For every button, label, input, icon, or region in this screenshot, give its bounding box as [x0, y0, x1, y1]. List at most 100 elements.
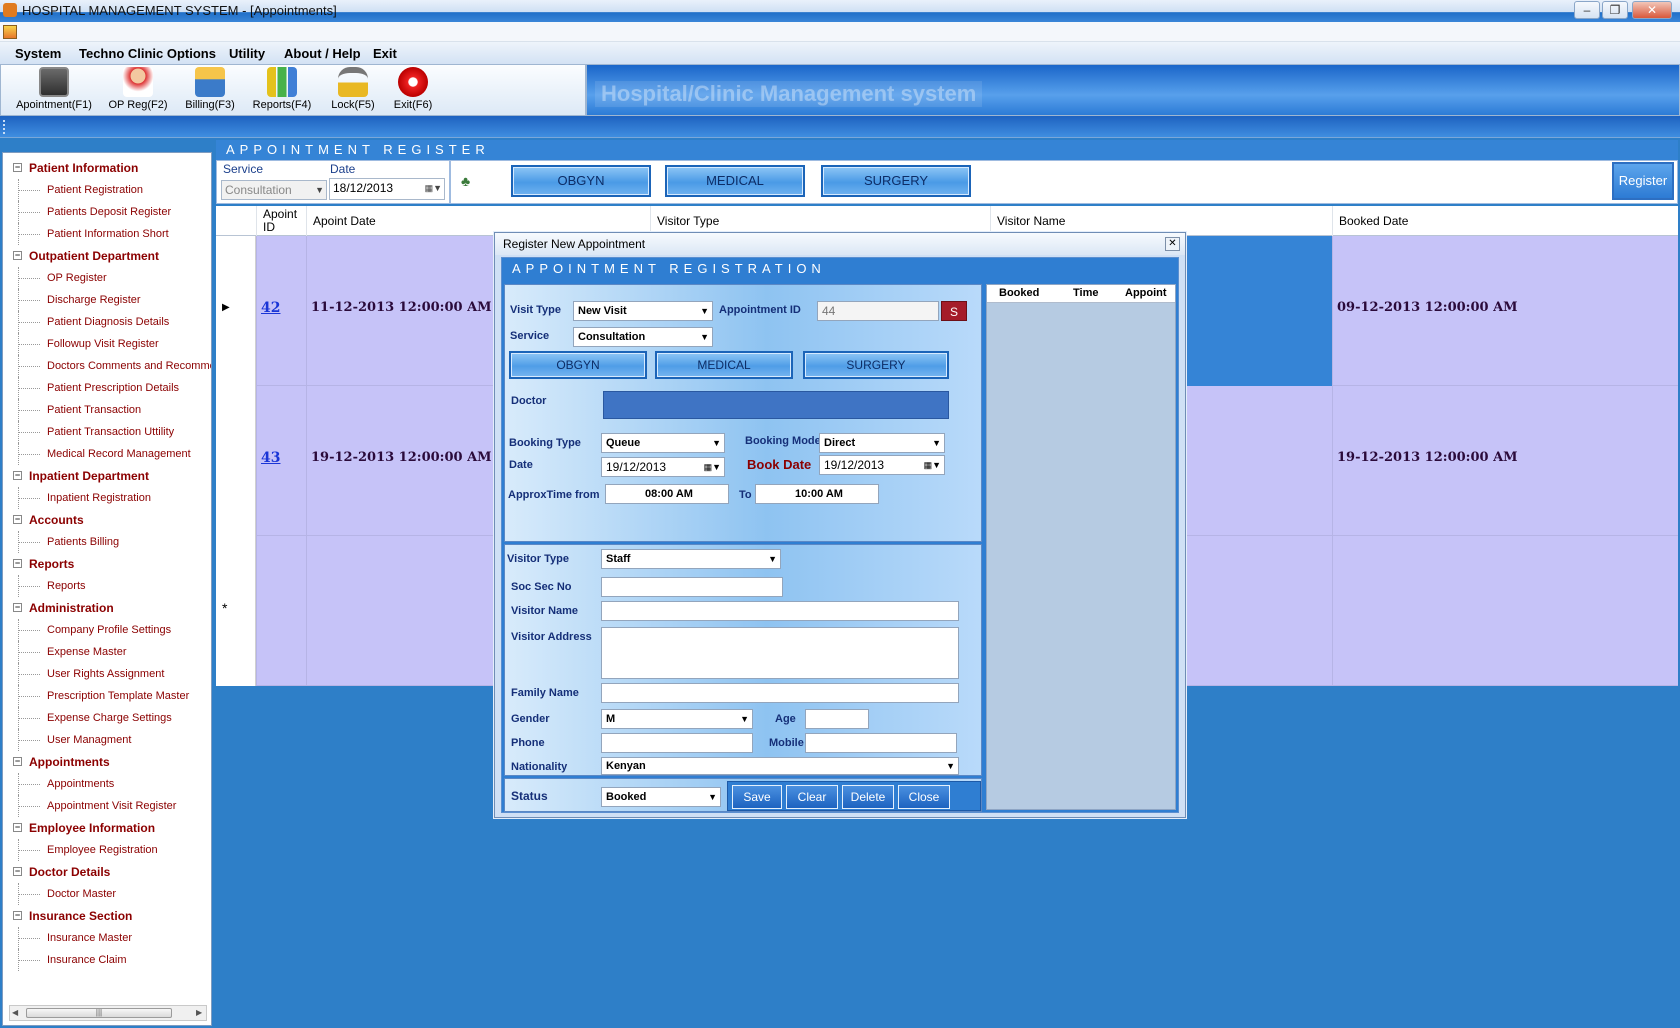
- col-booked-date[interactable]: Booked Date: [1332, 206, 1678, 236]
- lock-tool-button[interactable]: Lock(F5): [327, 67, 379, 115]
- tree-item[interactable]: Expense Charge Settings: [3, 707, 211, 729]
- row-header[interactable]: *: [216, 536, 256, 686]
- tree-item[interactable]: Doctors Comments and Recommen: [3, 355, 211, 377]
- tree-section[interactable]: − Insurance Section: [3, 905, 211, 927]
- cell-id[interactable]: 43: [256, 386, 306, 536]
- tree-item[interactable]: Employee Registration: [3, 839, 211, 861]
- cell-booked-date[interactable]: [1332, 536, 1678, 686]
- collapse-icon[interactable]: −: [13, 911, 22, 920]
- register-button[interactable]: Register: [1612, 162, 1674, 200]
- billing-tool-button[interactable]: Billing(F3): [181, 67, 239, 115]
- row-header[interactable]: ▶: [216, 236, 256, 386]
- tree-item[interactable]: Medical Record Management: [3, 443, 211, 465]
- tree-item[interactable]: Patient Diagnosis Details: [3, 311, 211, 333]
- tree-section[interactable]: − Reports: [3, 553, 211, 575]
- mobile-field[interactable]: [805, 733, 957, 753]
- op-reg-tool-button[interactable]: OP Reg(F2): [105, 67, 171, 115]
- date-picker[interactable]: 19/12/2013 ▦▼: [601, 457, 725, 477]
- tree-item[interactable]: Appointment Visit Register: [3, 795, 211, 817]
- tree-item[interactable]: Insurance Claim: [3, 949, 211, 971]
- reports-tool-button[interactable]: Reports(F4): [249, 67, 315, 115]
- obgyn-button[interactable]: OBGYN: [511, 165, 651, 197]
- tree-section[interactable]: − Appointments: [3, 751, 211, 773]
- tree-section[interactable]: − Accounts: [3, 509, 211, 531]
- tree-item[interactable]: Patient Transaction Uttility: [3, 421, 211, 443]
- tree-item[interactable]: Expense Master: [3, 641, 211, 663]
- visit-type-combo[interactable]: New Visit ▼: [573, 301, 713, 321]
- collapse-icon[interactable]: −: [13, 163, 22, 172]
- tree-item[interactable]: User Managment: [3, 729, 211, 751]
- row-header[interactable]: [216, 386, 256, 536]
- restore-icon[interactable]: ❐: [1602, 1, 1628, 19]
- search-id-button[interactable]: S: [941, 301, 967, 321]
- save-button[interactable]: Save: [732, 785, 782, 809]
- tree-item[interactable]: Patients Billing: [3, 531, 211, 553]
- doctor-list[interactable]: [603, 391, 949, 419]
- close-icon[interactable]: ✕: [1632, 1, 1672, 19]
- visitor-name-field[interactable]: [601, 601, 959, 621]
- minimize-icon[interactable]: –: [1574, 1, 1600, 19]
- col-appoint[interactable]: Appoint: [1125, 287, 1167, 299]
- dialog-close-icon[interactable]: ✕: [1165, 237, 1180, 251]
- tree-item[interactable]: Patient Transaction: [3, 399, 211, 421]
- tree-item[interactable]: Patient Registration: [3, 179, 211, 201]
- age-field[interactable]: [805, 709, 869, 729]
- tree-section[interactable]: − Doctor Details: [3, 861, 211, 883]
- menu-about-help[interactable]: About / Help: [284, 46, 361, 61]
- tree-item[interactable]: Patients Deposit Register: [3, 201, 211, 223]
- tree-item[interactable]: User Rights Assignment: [3, 663, 211, 685]
- medical-button[interactable]: MEDICAL: [655, 351, 793, 379]
- collapse-icon[interactable]: −: [13, 471, 22, 480]
- tree-item[interactable]: Patient Information Short: [3, 223, 211, 245]
- tree-item[interactable]: Doctor Master: [3, 883, 211, 905]
- tree-item[interactable]: Followup Visit Register: [3, 333, 211, 355]
- tree-section[interactable]: − Employee Information: [3, 817, 211, 839]
- appointment-id-field[interactable]: 44: [817, 301, 939, 321]
- delete-button[interactable]: Delete: [842, 785, 894, 809]
- scroll-right-icon[interactable]: ▶: [196, 1008, 202, 1017]
- tree-section[interactable]: − Patient Information: [3, 157, 211, 179]
- service-combo[interactable]: Consultation ▼: [221, 180, 327, 200]
- tree-item[interactable]: Insurance Master: [3, 927, 211, 949]
- tree-item[interactable]: OP Register: [3, 267, 211, 289]
- exit-tool-button[interactable]: Exit(F6): [387, 67, 439, 115]
- tree-item[interactable]: Appointments: [3, 773, 211, 795]
- menu-exit[interactable]: Exit: [373, 46, 397, 61]
- collapse-icon[interactable]: −: [13, 603, 22, 612]
- soc-sec-no-field[interactable]: [601, 577, 783, 597]
- medical-button[interactable]: MEDICAL: [665, 165, 805, 197]
- tree-item[interactable]: Patient Prescription Details: [3, 377, 211, 399]
- visitor-address-field[interactable]: [601, 627, 959, 679]
- tree-item[interactable]: Prescription Template Master: [3, 685, 211, 707]
- collapse-icon[interactable]: −: [13, 515, 22, 524]
- tree-item[interactable]: Discharge Register: [3, 289, 211, 311]
- tree-item[interactable]: Company Profile Settings: [3, 619, 211, 641]
- approx-time-to-field[interactable]: 10:00 AM: [755, 484, 879, 504]
- surgery-button[interactable]: SURGERY: [821, 165, 971, 197]
- collapse-icon[interactable]: −: [13, 559, 22, 568]
- tree-item[interactable]: Reports: [3, 575, 211, 597]
- family-name-field[interactable]: [601, 683, 959, 703]
- booking-type-combo[interactable]: Queue ▼: [601, 433, 725, 453]
- visitor-type-combo[interactable]: Staff ▼: [601, 549, 781, 569]
- clear-button[interactable]: Clear: [786, 785, 838, 809]
- menu-system[interactable]: System: [15, 46, 61, 61]
- collapse-icon[interactable]: −: [13, 757, 22, 766]
- close-button[interactable]: Close: [898, 785, 950, 809]
- tree-item[interactable]: Inpatient Registration: [3, 487, 211, 509]
- phone-field[interactable]: [601, 733, 753, 753]
- collapse-icon[interactable]: −: [13, 867, 22, 876]
- service-combo[interactable]: Consultation ▼: [573, 327, 713, 347]
- book-date-picker[interactable]: 19/12/2013 ▦▼: [819, 455, 945, 475]
- collapse-icon[interactable]: −: [13, 823, 22, 832]
- status-combo[interactable]: Booked ▼: [601, 787, 721, 807]
- scroll-thumb[interactable]: |||: [26, 1008, 172, 1018]
- scroll-left-icon[interactable]: ◀: [12, 1008, 18, 1017]
- menu-techno-clinic-options[interactable]: Techno Clinic Options: [79, 46, 216, 61]
- mdi-child-icon[interactable]: [3, 25, 17, 39]
- obgyn-button[interactable]: OBGYN: [509, 351, 647, 379]
- tree-section[interactable]: − Inpatient Department: [3, 465, 211, 487]
- tree-section[interactable]: − Outpatient Department: [3, 245, 211, 267]
- col-time[interactable]: Time: [1073, 287, 1098, 299]
- cell-id[interactable]: [256, 536, 306, 686]
